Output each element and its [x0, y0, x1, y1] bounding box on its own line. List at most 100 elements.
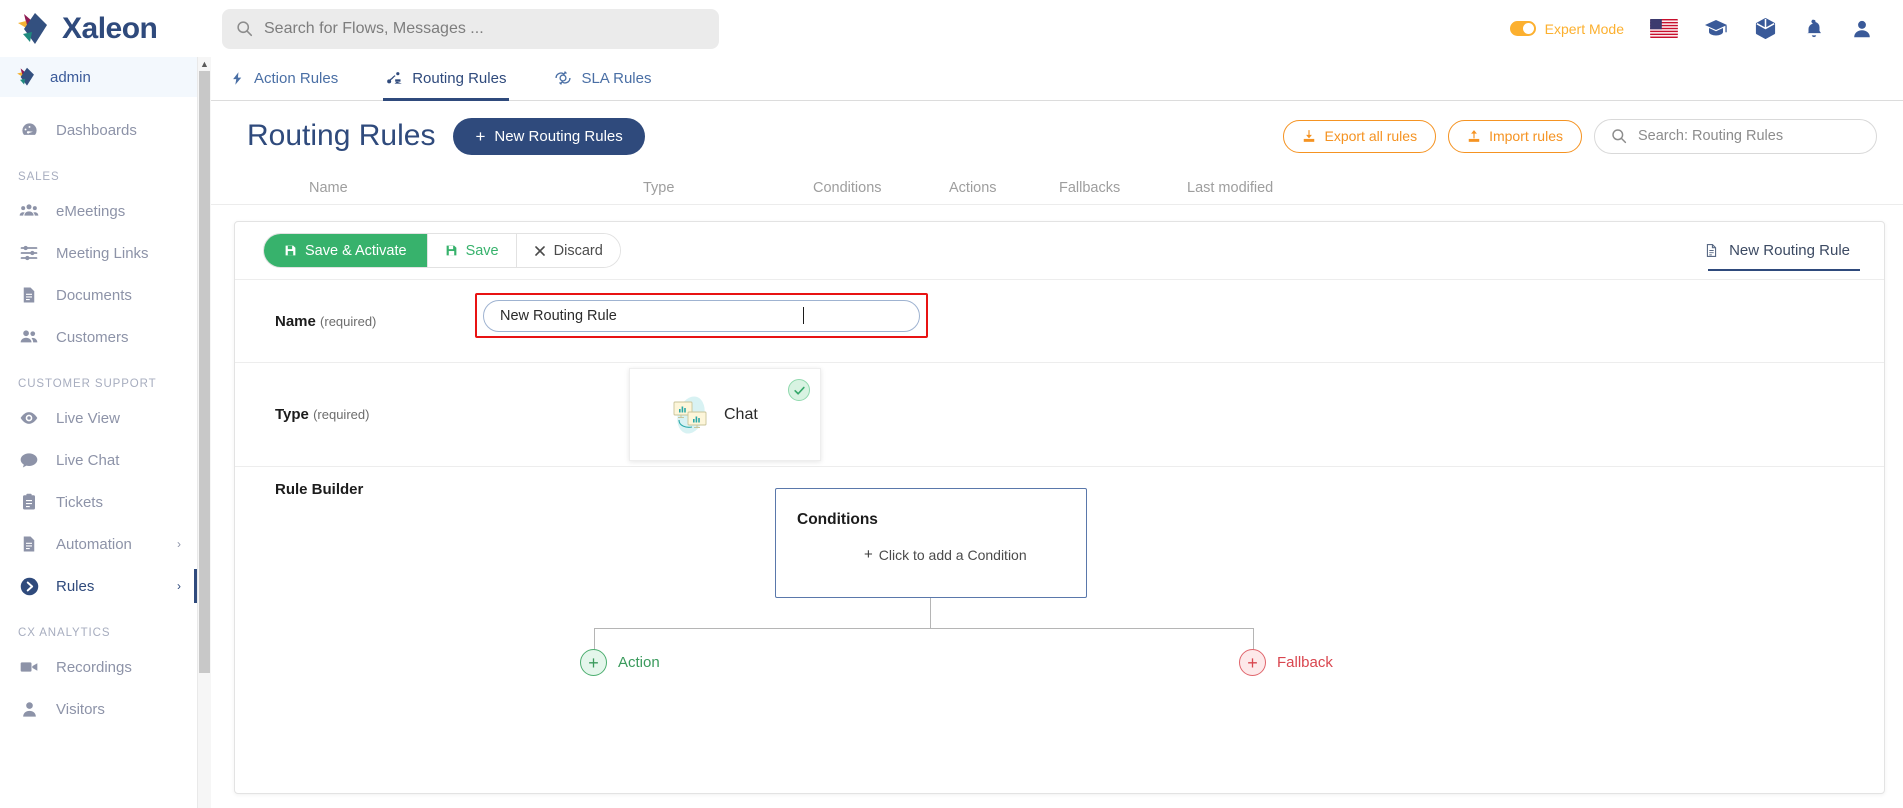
discard-button[interactable]: Discard [515, 234, 620, 267]
plus-circle-green-icon[interactable]: + [580, 649, 607, 676]
sliders-icon [18, 243, 40, 263]
clipboard-icon [18, 493, 40, 511]
sidebar-item-label: Recordings [56, 658, 132, 676]
sidebar-section-cx-analytics: CX ANALYTICS [18, 627, 111, 639]
add-action-node[interactable]: + Action [580, 649, 660, 676]
active-rule-label: New Routing Rule [1729, 242, 1850, 259]
top-header-bar: Xaleon Search for Flows, Messages ... Ex… [0, 0, 1903, 57]
column-header-conditions: Conditions [813, 179, 882, 196]
sidebar-item-label: Meeting Links [56, 244, 149, 262]
graduation-cap-icon[interactable] [1704, 17, 1728, 41]
package-box-icon[interactable] [1754, 17, 1777, 40]
sidebar-item-customers[interactable]: Customers [0, 316, 197, 358]
sidebar-item-visitors[interactable]: Visitors [0, 688, 197, 730]
scroll-up-arrow-icon[interactable]: ▲ [198, 57, 211, 71]
sidebar-item-emeetings[interactable]: eMeetings [0, 190, 197, 232]
connector-horizontal [594, 628, 1254, 629]
check-circle-icon [788, 379, 810, 401]
sidebar-item-label: Visitors [56, 700, 105, 718]
chat-screens-icon [673, 395, 707, 434]
import-rules-button[interactable]: Import rules [1448, 119, 1582, 153]
save-button[interactable]: Save [426, 234, 516, 267]
page-header-actions: Export all rules Import rules Search: Ro… [1283, 118, 1877, 154]
document-icon [18, 535, 40, 553]
export-all-rules-button[interactable]: Export all rules [1283, 119, 1437, 153]
toggle-switch[interactable] [1509, 21, 1536, 36]
sidebar-item-label: Automation [56, 535, 132, 553]
xaleon-logo-icon [18, 12, 47, 44]
type-card-label: Chat [724, 405, 758, 423]
plus-circle-red-icon[interactable]: + [1239, 649, 1266, 676]
sidebar-user-row[interactable]: admin [0, 57, 197, 97]
name-label-text: Name [275, 312, 316, 330]
plus-icon: + [475, 126, 486, 146]
sidebar-item-tickets[interactable]: Tickets [0, 481, 197, 523]
tab-label: Routing Rules [412, 69, 507, 87]
add-fallback-node[interactable]: + Fallback [1239, 649, 1333, 676]
sidebar-item-label: Customers [56, 328, 129, 346]
rules-tab-bar: Action Rules Routing Rules SLA Rules [211, 57, 1903, 101]
document-icon [18, 286, 40, 304]
active-rule-chip[interactable]: New Routing Rule [1670, 222, 1884, 279]
plus-icon: + [864, 546, 873, 563]
save-activate-label: Save & Activate [305, 242, 407, 259]
tab-action-rules[interactable]: Action Rules [227, 58, 341, 101]
brand-logo-area[interactable]: Xaleon [0, 0, 198, 57]
name-field-row: Name (required) [235, 280, 1884, 362]
flag-us-icon[interactable] [1650, 19, 1678, 38]
sidebar-scrollbar[interactable]: ▲ [198, 57, 211, 808]
type-label-text: Type [275, 406, 309, 423]
type-required-text: (required) [313, 407, 370, 422]
column-header-actions: Actions [949, 179, 997, 196]
scrollbar-thumb[interactable] [199, 71, 210, 673]
sidebar-item-dashboards[interactable]: Dashboards [0, 109, 197, 151]
add-condition-label: Click to add a Condition [878, 546, 1027, 563]
bell-notification-icon[interactable] [1803, 18, 1825, 40]
tab-sla-rules[interactable]: SLA Rules [551, 58, 654, 101]
import-label: Import rules [1489, 128, 1563, 144]
add-condition-link[interactable]: + Click to add a Condition [864, 546, 1027, 563]
routing-rule-editor-panel: Save & Activate Save Discard New Routing… [234, 221, 1885, 794]
type-card-chat[interactable]: Chat [629, 368, 821, 461]
rule-name-input[interactable] [483, 300, 920, 332]
sla-clock-icon [555, 70, 572, 86]
sidebar-item-documents[interactable]: Documents [0, 274, 197, 316]
dashboard-gauge-icon [18, 121, 40, 140]
global-search-box[interactable]: Search for Flows, Messages ... [222, 8, 719, 49]
sidebar-item-label: Rules [56, 577, 95, 595]
discard-label: Discard [553, 242, 603, 259]
sidebar-item-automation[interactable]: Automation › [0, 523, 197, 565]
conditions-title: Conditions [797, 511, 878, 528]
type-field-row: Type (required) Chat [235, 363, 1884, 466]
person-icon [18, 700, 40, 719]
sidebar-item-label: Documents [56, 286, 132, 304]
sidebar-item-label: Tickets [56, 493, 103, 511]
search-icon [1612, 129, 1627, 144]
expert-mode-toggle[interactable]: Expert Mode [1509, 21, 1624, 37]
search-icon [237, 21, 253, 37]
sidebar-username: admin [50, 68, 91, 86]
users-pair-icon [18, 327, 40, 347]
name-required-text: (required) [320, 313, 377, 329]
new-routing-rules-button[interactable]: + New Routing Rules [453, 117, 645, 155]
save-and-activate-button[interactable]: Save & Activate [264, 234, 427, 267]
user-account-icon[interactable] [1851, 18, 1873, 40]
active-rule-underline [1708, 269, 1860, 271]
rules-search-placeholder: Search: Routing Rules [1638, 128, 1784, 144]
conditions-node-box[interactable]: Conditions + Click to add a Condition [775, 488, 1087, 598]
sidebar-item-recordings[interactable]: Recordings [0, 646, 197, 688]
floppy-disk-icon [285, 245, 296, 256]
rules-search-input[interactable]: Search: Routing Rules [1594, 118, 1877, 154]
sidebar-item-meeting-links[interactable]: Meeting Links [0, 232, 197, 274]
header-actions: Expert Mode [1509, 17, 1903, 41]
active-item-indicator [194, 569, 197, 603]
sidebar-item-rules[interactable]: Rules › [0, 565, 197, 607]
text-cursor-caret [803, 307, 804, 324]
close-x-icon [534, 245, 545, 256]
sidebar-item-live-chat[interactable]: Live Chat [0, 439, 197, 481]
column-header-type: Type [643, 179, 675, 196]
sidebar-item-live-view[interactable]: Live View [0, 397, 197, 439]
tab-routing-rules[interactable]: Routing Rules [383, 58, 510, 101]
sidebar-section-sales: SALES [18, 171, 60, 183]
sidebar-item-label: Live View [56, 409, 120, 427]
